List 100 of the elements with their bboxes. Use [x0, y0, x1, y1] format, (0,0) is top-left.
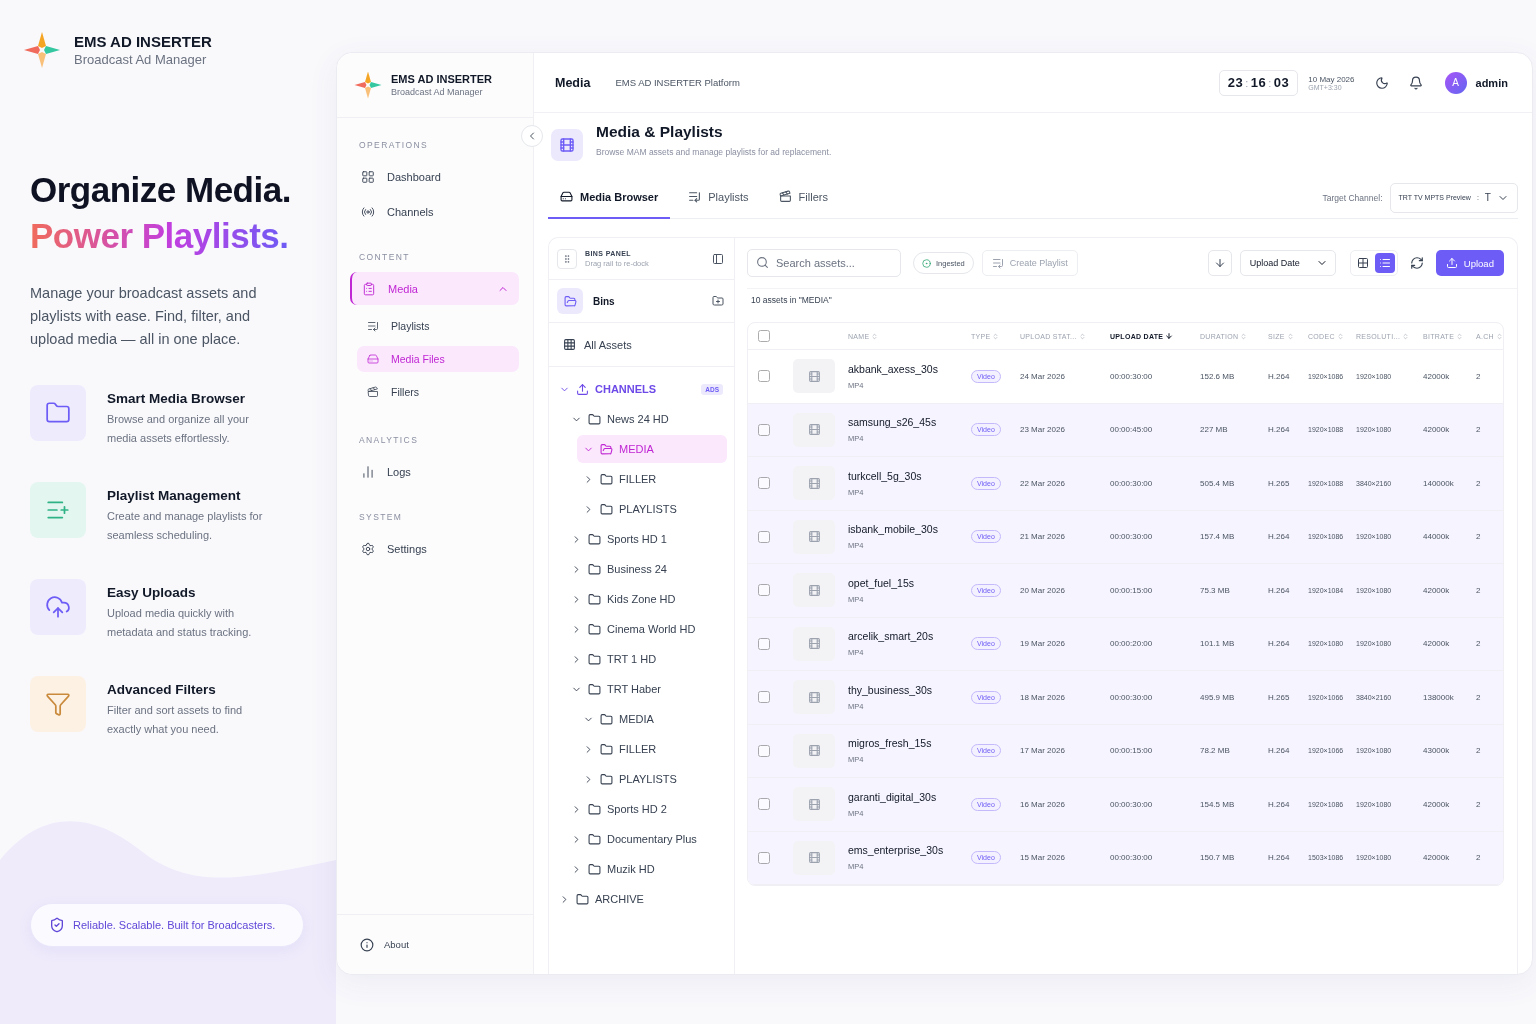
folder-icon	[600, 712, 613, 726]
search-icon	[756, 256, 769, 269]
tab[interactable]: Fillers	[766, 176, 840, 219]
row-checkbox[interactable]	[758, 477, 770, 490]
folder-icon	[600, 772, 613, 786]
tree-item[interactable]: ARCHIVE	[553, 885, 727, 913]
bell-icon[interactable]	[1408, 75, 1423, 90]
nav-item[interactable]: Dashboard	[351, 160, 519, 193]
nav-subitem[interactable]: Playlists	[357, 313, 519, 339]
folder-icon	[588, 592, 601, 606]
table-cell-text: 20 Mar 2026	[1020, 585, 1066, 595]
tree-item[interactable]: Sports HD 1	[565, 525, 727, 553]
nav-subitem[interactable]: Fillers	[357, 379, 519, 405]
folder-plus-icon[interactable]	[712, 295, 724, 307]
upload-button[interactable]: Upload	[1435, 250, 1504, 276]
table-cell-text: 2	[1476, 425, 1482, 435]
asset-name: akbank_axess_30s	[848, 362, 939, 375]
row-checkbox[interactable]	[758, 423, 770, 436]
row-checkbox[interactable]	[758, 530, 770, 543]
grid-icon	[563, 338, 576, 351]
logo-icon	[353, 70, 383, 100]
table-cell-text: 2	[1476, 532, 1482, 542]
nav-item[interactable]: Logs	[351, 455, 519, 488]
row-checkbox[interactable]	[758, 584, 770, 597]
nav-item[interactable]: Settings	[351, 532, 519, 565]
tree-item[interactable]: Documentary Plus	[565, 825, 727, 853]
collapse-button[interactable]	[521, 125, 543, 147]
asset-name: turkcell_5g_30s	[848, 469, 923, 482]
nav-subitem[interactable]: Media Files	[357, 346, 519, 372]
moon-icon[interactable]	[1374, 75, 1389, 90]
tree-item[interactable]: FILLER	[577, 465, 727, 493]
tab[interactable]: Media Browser	[548, 176, 671, 219]
about-link[interactable]: About	[337, 914, 533, 974]
bins-label: Bins	[593, 295, 615, 307]
tab[interactable]: Playlists	[676, 176, 761, 219]
table-cell-text: 44000k	[1423, 532, 1451, 542]
sort-icon	[871, 332, 879, 340]
section-heading: SYSTEM	[359, 512, 404, 522]
film-icon	[807, 583, 821, 597]
film-icon	[807, 744, 821, 758]
sort-direction-button[interactable]	[1207, 250, 1232, 276]
table-cell-text: H.264	[1268, 425, 1291, 435]
tree-item[interactable]: News 24 HD	[565, 405, 727, 433]
page-heading: Media & Playlists	[596, 123, 724, 141]
grid-icon	[361, 169, 375, 184]
sort-field-select[interactable]: Upload Date	[1239, 250, 1336, 276]
brand-subtitle: Broadcast Ad Manager	[74, 52, 208, 67]
panel-icon[interactable]	[712, 252, 724, 265]
row-checkbox[interactable]	[758, 744, 770, 757]
tree-item[interactable]: MEDIA	[577, 435, 727, 463]
film-icon	[807, 369, 821, 383]
folder-icon	[563, 294, 577, 308]
tree-item[interactable]: Sports HD 2	[565, 795, 727, 823]
avatar[interactable]: A	[1444, 71, 1467, 94]
refresh-icon[interactable]	[1409, 256, 1424, 270]
tree-item[interactable]: FILLER	[577, 735, 727, 763]
tree-item[interactable]: TRT Haber	[565, 675, 727, 703]
asset-name: samsung_s26_45s	[848, 416, 938, 429]
row-checkbox[interactable]	[758, 637, 770, 650]
list-icon	[991, 257, 1004, 269]
list-view-button[interactable]	[1374, 253, 1395, 273]
nav-item[interactable]: Channels	[351, 195, 519, 228]
tree-item[interactable]: Muzik HD	[565, 855, 727, 883]
chevron-right-icon	[583, 503, 594, 515]
list-icon	[1378, 257, 1391, 269]
tagline: Reliable. Scalable. Built for Broadcasters.	[73, 919, 276, 931]
upload-icon	[1445, 257, 1458, 269]
all-assets-item[interactable]: All Assets	[549, 323, 734, 367]
tree-item[interactable]: PLAYLISTS	[577, 495, 727, 523]
tree-item[interactable]: TRT 1 HD	[565, 645, 727, 673]
tree-item[interactable]: Business 24	[565, 555, 727, 583]
tree-item[interactable]: PLAYLISTS	[577, 765, 727, 793]
status-dot-icon	[922, 258, 931, 268]
drive-icon	[560, 190, 573, 203]
page-title: Media	[555, 75, 591, 90]
tree-item[interactable]: Kids Zone HD	[565, 585, 727, 613]
drag-handle[interactable]	[557, 248, 577, 269]
nav-item[interactable]: Media	[350, 272, 519, 305]
table-cell-text: 42000k	[1423, 425, 1451, 435]
table-cell-text: 22 Mar 2026	[1020, 478, 1066, 488]
table-cell-text: 42000k	[1423, 371, 1451, 381]
platform-name: EMS AD INSERTER Platform	[615, 77, 740, 88]
upload-icon	[576, 382, 589, 396]
row-checkbox[interactable]	[758, 851, 770, 864]
tree-item[interactable]: Cinema World HD	[565, 615, 727, 643]
section-heading: ANALYTICS	[359, 435, 420, 445]
table-cell-text: 00:00:30:00	[1110, 799, 1154, 809]
table-cell-text: 75.3 MB	[1200, 585, 1231, 595]
table-cell-text: 00:00:30:00	[1110, 371, 1154, 381]
row-checkbox[interactable]	[758, 798, 770, 811]
search-field[interactable]: Search assets...	[747, 249, 901, 277]
row-checkbox[interactable]	[758, 370, 770, 383]
tree-item[interactable]: MEDIA	[577, 705, 727, 733]
row-checkbox[interactable]	[758, 691, 770, 704]
feature-description: Create and manage playlists for seamless scheduling.	[107, 509, 264, 543]
table-cell-text: 00:00:15:00	[1110, 585, 1154, 595]
table-cell-text: H.264	[1268, 371, 1291, 381]
hero-heading: Organize Media.	[30, 170, 292, 210]
select-all-checkbox[interactable]	[758, 330, 770, 342]
folder-icon	[588, 562, 601, 576]
